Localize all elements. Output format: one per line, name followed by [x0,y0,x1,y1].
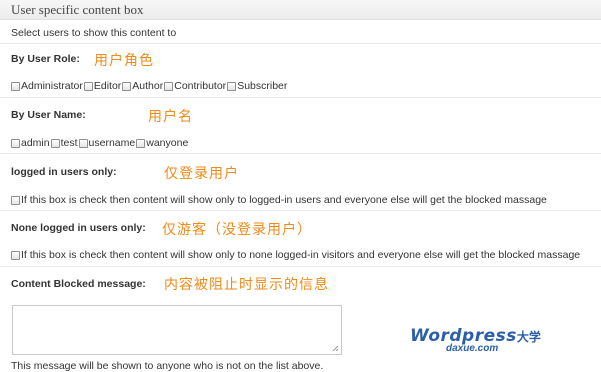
username-checkbox[interactable] [78,138,88,148]
logged-in-option[interactable]: If this box is check then content will s… [11,194,547,206]
role-option-author[interactable]: Author [122,80,163,92]
role-checkbox[interactable] [227,81,237,91]
username-option-username[interactable]: username [78,137,136,149]
role-option-label: Author [132,80,164,92]
divider [0,97,601,98]
none-logged-label: None logged in users only: [11,222,146,234]
role-options: Administrator Editor Author Contributor Subs… [11,80,288,92]
username-option-label: username [88,137,136,149]
username-label: By User Name: [11,109,86,121]
blocked-label: Content Blocked message: [11,278,146,290]
role-checkbox[interactable] [83,81,93,91]
divider [0,266,601,267]
blocked-note: 内容被阻止时显示的信息 [164,276,329,292]
metabox-header: User specific content box [0,0,601,20]
username-option-label: wanyone [146,137,189,149]
blocked-message-textarea[interactable] [12,305,342,355]
logged-in-label: logged in users only: [11,166,117,178]
username-option-admin[interactable]: admin [11,137,50,149]
username-option-test[interactable]: test [50,137,78,149]
logged-in-checkbox[interactable] [11,195,20,205]
resize-grip-icon[interactable] [332,345,339,352]
role-option-subscriber[interactable]: Subscriber [227,80,287,92]
username-note: 用户名 [148,108,193,124]
logo-domain: daxue.com [446,343,499,354]
logged-in-note: 仅登录用户 [164,165,239,181]
role-option-administrator[interactable]: Administrator [11,80,83,92]
username-checkbox[interactable] [11,138,20,148]
role-option-label: Contributor [174,80,227,92]
role-option-label: Administrator [21,80,83,92]
role-checkbox[interactable] [122,81,132,91]
none-logged-checkbox-text: If this box is check then content will s… [21,249,581,261]
role-option-contributor[interactable]: Contributor [164,80,226,92]
none-logged-checkbox[interactable] [11,250,20,260]
role-note: 用户角色 [94,52,154,68]
role-option-label: Subscriber [237,80,288,92]
role-checkbox[interactable] [11,81,20,91]
role-option-editor[interactable]: Editor [83,80,122,92]
role-label: By User Role: [11,53,80,65]
logo-cn: 大学 [516,330,541,344]
username-checkbox[interactable] [136,138,146,148]
divider [0,210,601,211]
username-option-label: admin [21,137,50,149]
metabox-title: User specific content box [11,2,144,17]
divider [0,153,601,154]
username-option-label: test [60,137,78,149]
wordpress-daxue-logo: Wordpress大学 daxue.com [410,326,541,354]
divider [0,43,601,44]
role-option-label: Editor [93,80,122,92]
none-logged-option[interactable]: If this box is check then content will s… [11,249,580,261]
logged-in-checkbox-text: If this box is check then content will s… [21,194,547,206]
none-logged-note: 仅游客（没登录用户） [162,221,312,237]
username-checkbox[interactable] [50,138,60,148]
username-options: admin test username wanyone [11,137,189,149]
username-option-wanyone[interactable]: wanyone [136,137,188,149]
role-checkbox[interactable] [164,81,174,91]
intro-text: Select users to show this content to [11,27,177,39]
blocked-help-text: This message will be shown to anyone who… [11,360,324,372]
